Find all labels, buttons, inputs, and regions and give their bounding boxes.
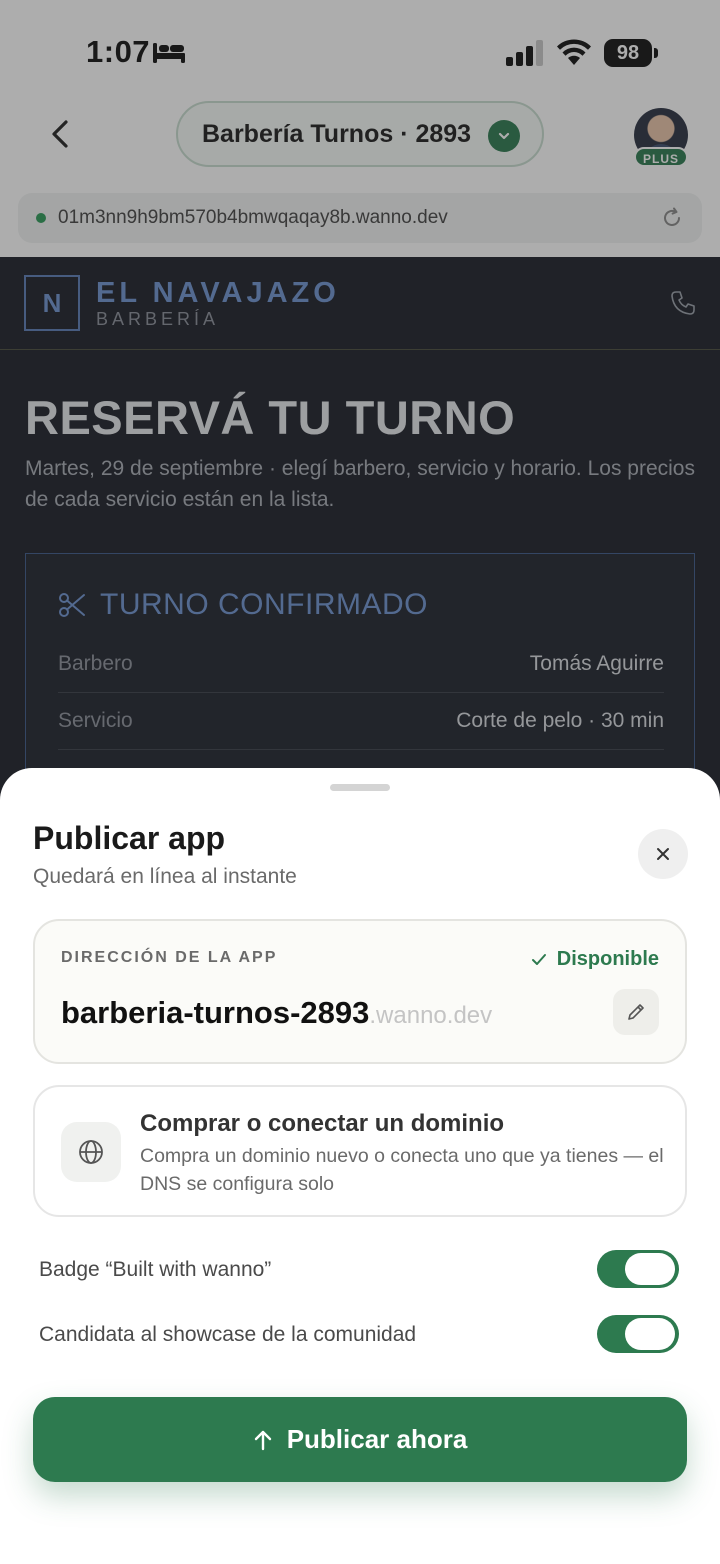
publish-button[interactable]: Publicar ahora: [33, 1397, 687, 1482]
sheet-grabber[interactable]: [330, 784, 390, 791]
toggle-label: Candidata al showcase de la comunidad: [39, 1323, 417, 1346]
app-address-card: DIRECCIÓN DE LA APP Disponible barberia-…: [33, 919, 687, 1064]
app-address: barberia-turnos-2893.wanno.dev: [61, 995, 492, 1031]
sheet-subtitle: Quedará en línea al instante: [33, 865, 297, 888]
address-slug: barberia-turnos-2893: [61, 995, 370, 1030]
address-domain: .wanno.dev: [369, 1002, 493, 1029]
domain-title: Comprar o conectar un dominio: [140, 1110, 505, 1137]
publish-label: Publicar ahora: [286, 1424, 468, 1454]
pencil-icon: [628, 1004, 644, 1020]
toggle-knob: [625, 1253, 675, 1285]
toggle-label: Badge “Built with wanno”: [39, 1258, 272, 1281]
arrow-up-icon: [254, 1430, 271, 1450]
custom-domain-card[interactable]: Comprar o conectar un dominio Compra un …: [33, 1085, 687, 1217]
showcase-toggle[interactable]: [597, 1315, 679, 1353]
sheet-title: Publicar app: [33, 820, 226, 856]
toggle-knob: [625, 1318, 675, 1350]
globe-icon-container: [61, 1122, 121, 1182]
badge-toggle[interactable]: [597, 1250, 679, 1288]
publish-sheet: Publicar app Quedará en línea al instant…: [0, 768, 720, 1564]
availability-text: Disponible: [556, 948, 659, 970]
toggle-row-badge: Badge “Built with wanno”: [39, 1250, 681, 1290]
checkmark-icon: [531, 953, 546, 965]
availability-status: Disponible: [531, 948, 659, 971]
domain-description: Compra un dominio nuevo o conecta uno qu…: [140, 1145, 664, 1195]
edit-address-button[interactable]: [613, 989, 659, 1035]
close-button[interactable]: [638, 829, 688, 879]
close-icon: [657, 848, 669, 860]
address-label: DIRECCIÓN DE LA APP: [61, 949, 278, 966]
toggle-row-showcase: Candidata al showcase de la comunidad: [39, 1315, 681, 1355]
globe-icon: [79, 1140, 103, 1164]
